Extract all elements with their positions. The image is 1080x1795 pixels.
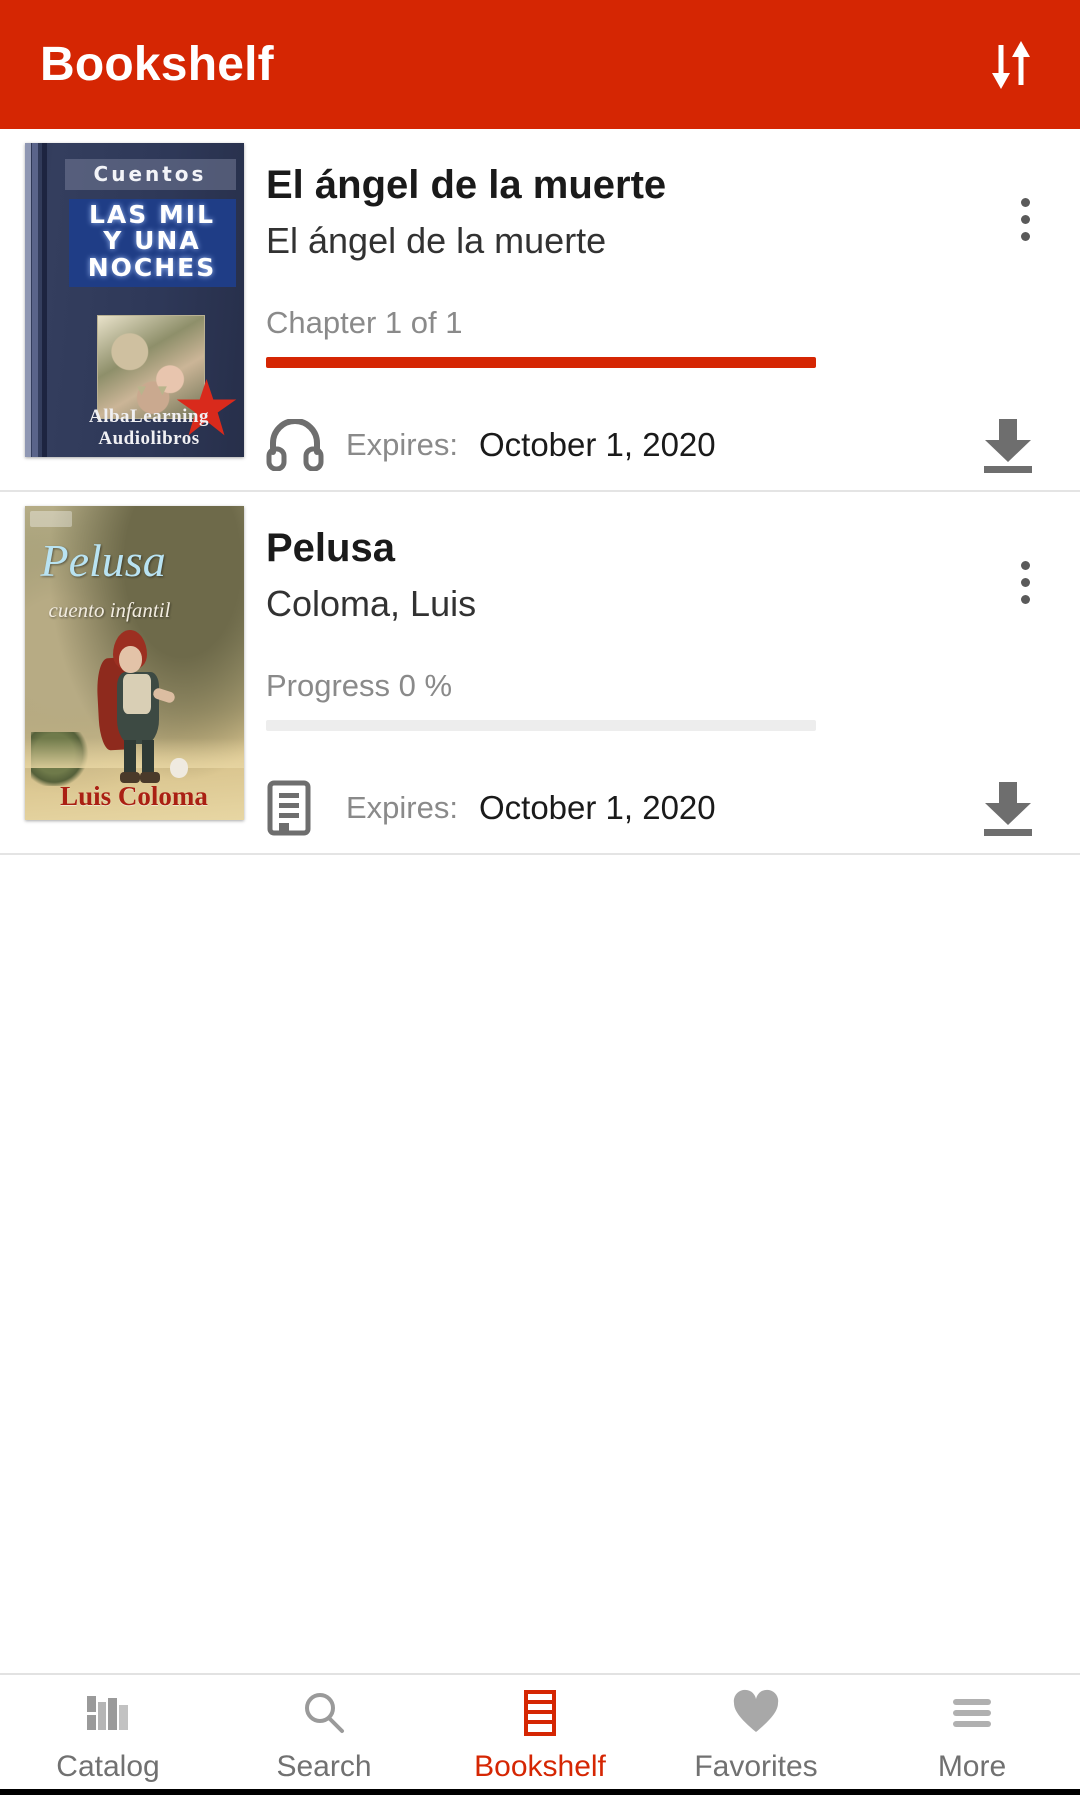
cover-title-band: LAS MIL Y UNA NOCHES: [68, 199, 236, 287]
book-title-block: Pelusa Coloma, Luis: [266, 506, 1080, 630]
expires-date: October 1, 2020: [478, 426, 716, 463]
bottom-navigation: Catalog Search Bookshelf Favorites More: [0, 1673, 1080, 1789]
heart-icon: [731, 1687, 781, 1739]
book-info: El ángel de la muerte El ángel de la mue…: [266, 143, 1080, 480]
cover-publisher-line-2: Audiolibros: [98, 427, 200, 449]
cover-publisher: AlbaLearning Audiolibros: [61, 406, 238, 449]
list-divider: [0, 853, 1080, 855]
nav-item-favorites[interactable]: Favorites: [648, 1675, 864, 1789]
empty-list-area: [0, 1264, 1080, 1673]
nav-label-search: Search: [276, 1749, 372, 1783]
more-vertical-icon[interactable]: [970, 171, 1080, 267]
ebook-icon: [266, 780, 330, 836]
books-icon: [83, 1687, 133, 1739]
book-meta-row: Expires: October 1, 2020: [266, 773, 1080, 843]
book-title: Pelusa: [266, 526, 395, 570]
expires-date: October 1, 2020: [478, 789, 716, 826]
book-cover-container[interactable]: Cuentos LAS MIL Y UNA NOCHES ▼▼ AlbaLear…: [0, 143, 266, 480]
cover-series-label: Cuentos: [64, 159, 236, 190]
expires-label: Expires:: [346, 427, 458, 462]
page-title: Bookshelf: [40, 37, 274, 91]
app-bar: Bookshelf: [0, 0, 1080, 129]
overflow-dot: [1020, 214, 1030, 224]
nav-item-more[interactable]: More: [864, 1675, 1080, 1789]
progress-bar-fill: [266, 357, 816, 368]
bookshelf-screen: Bookshelf Cuentos LAS MIL Y UNA NOCHES ▼…: [0, 0, 1080, 1795]
cover-figure-leg: [123, 740, 136, 776]
book-list-item[interactable]: Cuentos LAS MIL Y UNA NOCHES ▼▼ AlbaLear…: [0, 129, 1080, 490]
cover-figure-leg: [141, 740, 154, 776]
overflow-dot: [1020, 231, 1030, 241]
nav-label-more: More: [937, 1749, 1007, 1783]
overflow-dot: [1020, 560, 1030, 570]
cover-title-line-1: LAS MIL: [88, 200, 216, 229]
cover-spine-dark: [41, 143, 47, 457]
overflow-dot: [1020, 594, 1030, 604]
book-titles: El ángel de la muerte El ángel de la mue…: [266, 143, 970, 262]
system-navigation-bar: [0, 1789, 1080, 1795]
sort-arrows-icon[interactable]: [980, 34, 1042, 96]
progress-label: Progress 0 %: [266, 668, 453, 703]
nav-label-favorites: Favorites: [694, 1749, 818, 1783]
nav-label-bookshelf: Bookshelf: [474, 1749, 606, 1783]
expires-label: Expires:: [346, 790, 458, 825]
progress-bar: [266, 720, 816, 731]
book-author: Coloma, Luis: [266, 582, 477, 624]
cover-figure-dog: [169, 758, 188, 778]
nav-label-catalog: Catalog: [56, 1749, 160, 1783]
book-cover-image[interactable]: Cuentos LAS MIL Y UNA NOCHES ▼▼ AlbaLear…: [24, 143, 244, 457]
cover-subtitle: cuento infantil: [48, 598, 171, 622]
cover-author: Luis Coloma: [60, 781, 208, 811]
progress-label: Chapter 1 of 1: [266, 305, 463, 340]
nav-item-bookshelf[interactable]: Bookshelf: [432, 1675, 648, 1789]
cover-spine-highlight: [24, 143, 31, 457]
book-titles: Pelusa Coloma, Luis: [266, 506, 970, 625]
nav-item-search[interactable]: Search: [216, 1675, 432, 1789]
cover-title-line-2: Y UNA: [103, 226, 201, 256]
book-meta-row: Expires: October 1, 2020: [266, 410, 1080, 480]
nav-item-catalog[interactable]: Catalog: [0, 1675, 216, 1789]
book-author: El ángel de la muerte: [266, 219, 607, 261]
cover-figure-face: [118, 646, 142, 673]
bookshelf-list: Cuentos LAS MIL Y UNA NOCHES ▼▼ AlbaLear…: [0, 129, 1080, 1264]
menu-icon: [947, 1687, 997, 1739]
download-icon[interactable]: [950, 414, 1080, 476]
progress-bar: [266, 357, 816, 368]
more-vertical-icon[interactable]: [970, 534, 1080, 630]
book-cover-container[interactable]: Pelusa cuento infantil Luis Coloma: [0, 506, 266, 843]
headphones-icon: [266, 419, 330, 471]
download-icon[interactable]: [950, 777, 1080, 839]
cover-spine-light: [31, 143, 38, 457]
cover-publisher-line-1: AlbaLearning: [88, 406, 210, 428]
search-icon: [299, 1687, 349, 1739]
cover-title-line-3: NOCHES: [87, 252, 217, 282]
book-title: El ángel de la muerte: [266, 163, 667, 207]
book-list-item[interactable]: Pelusa cuento infantil Luis Coloma Pelus…: [0, 492, 1080, 853]
cover-figure-apron: [122, 674, 151, 714]
book-info: Pelusa Coloma, Luis Progress 0 % Expires…: [266, 506, 1080, 843]
book-title-block: El ángel de la muerte El ángel de la mue…: [266, 143, 1080, 267]
cover-logo: [29, 511, 72, 527]
overflow-dot: [1020, 577, 1030, 587]
overflow-dot: [1020, 197, 1030, 207]
cover-title: Pelusa: [40, 535, 166, 586]
bookshelf-icon: [515, 1687, 565, 1739]
cover-ornament: ▼▼: [134, 382, 176, 399]
book-cover-image[interactable]: Pelusa cuento infantil Luis Coloma: [24, 506, 244, 820]
